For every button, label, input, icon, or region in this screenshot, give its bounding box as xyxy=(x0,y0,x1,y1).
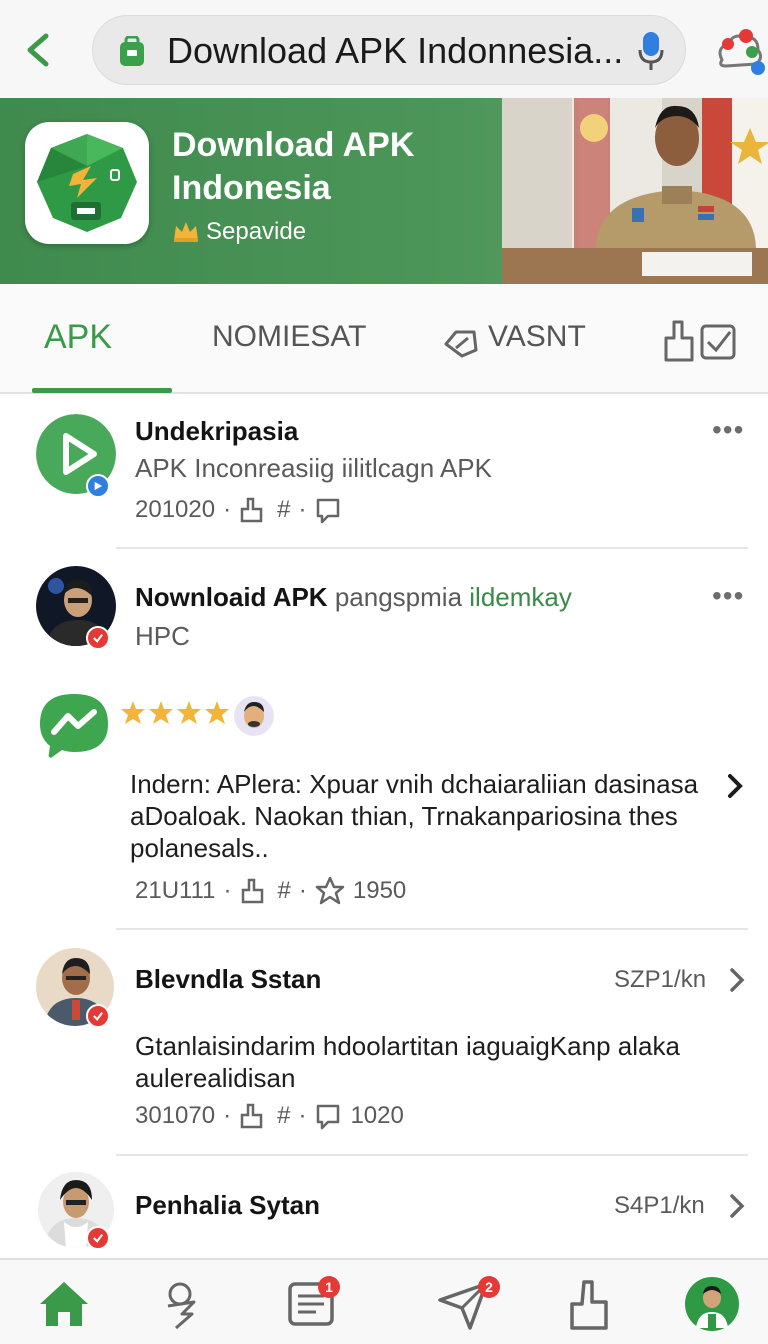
like-icon[interactable] xyxy=(239,497,269,523)
comment-icon[interactable] xyxy=(314,496,342,524)
chevron-right-icon[interactable] xyxy=(728,966,746,994)
more-options-icon[interactable]: ••• xyxy=(712,414,744,446)
pin-icon[interactable] xyxy=(154,1276,210,1332)
app-logo[interactable] xyxy=(25,122,149,244)
tab-apk[interactable]: APK xyxy=(44,318,112,357)
send-badge: 2 xyxy=(478,1276,500,1298)
share-network-icon[interactable] xyxy=(712,24,766,80)
item-subtitle: APK Inconreasiig iilitlcagn APK xyxy=(135,453,492,483)
microphone-icon[interactable] xyxy=(637,30,665,72)
active-tab-indicator xyxy=(32,388,172,393)
browser-top-bar: Download APK Indonnesia... xyxy=(0,0,768,98)
back-arrow-icon[interactable] xyxy=(18,28,58,72)
chevron-right-icon[interactable] xyxy=(728,1192,746,1220)
home-icon[interactable] xyxy=(36,1276,92,1332)
item-date: 301070 xyxy=(135,1102,216,1129)
more-options-icon[interactable]: ••• xyxy=(712,580,744,612)
official-portrait-image xyxy=(502,98,768,284)
divider xyxy=(116,928,748,930)
item-right-meta: SZP1/kn xyxy=(614,966,707,993)
item-author-link[interactable]: ildemkay xyxy=(469,582,572,612)
star-icon xyxy=(149,701,173,724)
crown-icon xyxy=(174,222,198,242)
item-right-meta: S4P1/kn xyxy=(614,1192,705,1219)
profile-avatar[interactable] xyxy=(684,1276,740,1332)
like-icon[interactable] xyxy=(240,878,270,904)
reaction-count: # xyxy=(277,496,291,523)
item-title: Undekripasia xyxy=(135,416,299,446)
app-banner: Download APK Indonesia Sepavide xyxy=(0,98,768,284)
video-badge-icon xyxy=(86,626,110,650)
item-text: Gtanlaisindarim hdoolartitan iaguaigKanp… xyxy=(135,1031,680,1093)
item-author: Nownloaid APK xyxy=(135,582,328,612)
reaction-count: # xyxy=(277,1102,291,1129)
tab-nomiesat[interactable]: NOMIESAT xyxy=(212,320,366,354)
video-badge-icon xyxy=(86,1004,110,1028)
item-author-suffix: pangspmia xyxy=(334,582,463,612)
app-lock-icon xyxy=(120,36,144,66)
item-meta: 201020 · # · xyxy=(135,496,342,524)
tab-bar: APK NOMIESAT VASNT xyxy=(0,284,768,394)
star-icon xyxy=(121,701,145,724)
star-icon xyxy=(205,701,229,724)
small-user-avatar xyxy=(234,696,274,736)
video-badge-icon xyxy=(86,1226,110,1250)
reaction-count: # xyxy=(277,877,291,904)
comment-icon[interactable] xyxy=(314,1102,342,1130)
verified-badge-icon xyxy=(86,474,110,498)
comment-count: 1020 xyxy=(350,1102,404,1129)
divider xyxy=(116,547,748,549)
messages-badge: 1 xyxy=(318,1276,340,1298)
messenger-icon xyxy=(40,694,108,760)
like-check-icon[interactable] xyxy=(662,320,738,362)
item-subtitle: HPC xyxy=(135,621,190,651)
address-bar-title: Download APK Indonnesia... xyxy=(167,30,624,71)
item-date: 201020 xyxy=(135,496,216,523)
thumbs-up-icon[interactable] xyxy=(562,1276,618,1332)
item-title: Nownloaid APK pangspmia ildemkay xyxy=(135,582,572,613)
tag-icon xyxy=(444,330,478,358)
chevron-right-icon[interactable] xyxy=(726,772,744,800)
bottom-navigation: 1 2 xyxy=(0,1258,768,1344)
item-title: Blevndla Sstan xyxy=(135,964,322,994)
item-title: Penhalia Sytan xyxy=(135,1190,320,1220)
star-count: 1950 xyxy=(352,877,407,904)
feed-list: Undekripasia APK Inconreasiig iilitlcagn… xyxy=(0,396,768,1258)
divider xyxy=(116,1154,748,1156)
item-meta: 21U111 · # · 1950 xyxy=(135,876,407,906)
item-meta: 301070 · # · 1020 xyxy=(135,1102,404,1130)
star-icon xyxy=(177,701,201,724)
tab-vasnt[interactable]: VASNT xyxy=(488,320,586,354)
item-text: Indern: APlera: Xpuar vnih dchaiaraliian… xyxy=(130,769,699,863)
publisher-name: Sepavide xyxy=(206,218,307,245)
like-icon[interactable] xyxy=(239,1103,269,1129)
star-rating xyxy=(120,700,230,726)
publisher-label[interactable]: Sepavide xyxy=(172,218,306,246)
item-date: 21U111 xyxy=(135,877,216,904)
address-bar[interactable]: Download APK Indonnesia... xyxy=(92,15,686,85)
gem-logo-icon xyxy=(37,134,137,232)
banner-app-title: Download APK Indonesia xyxy=(172,126,415,207)
star-outline-icon[interactable] xyxy=(315,876,345,906)
